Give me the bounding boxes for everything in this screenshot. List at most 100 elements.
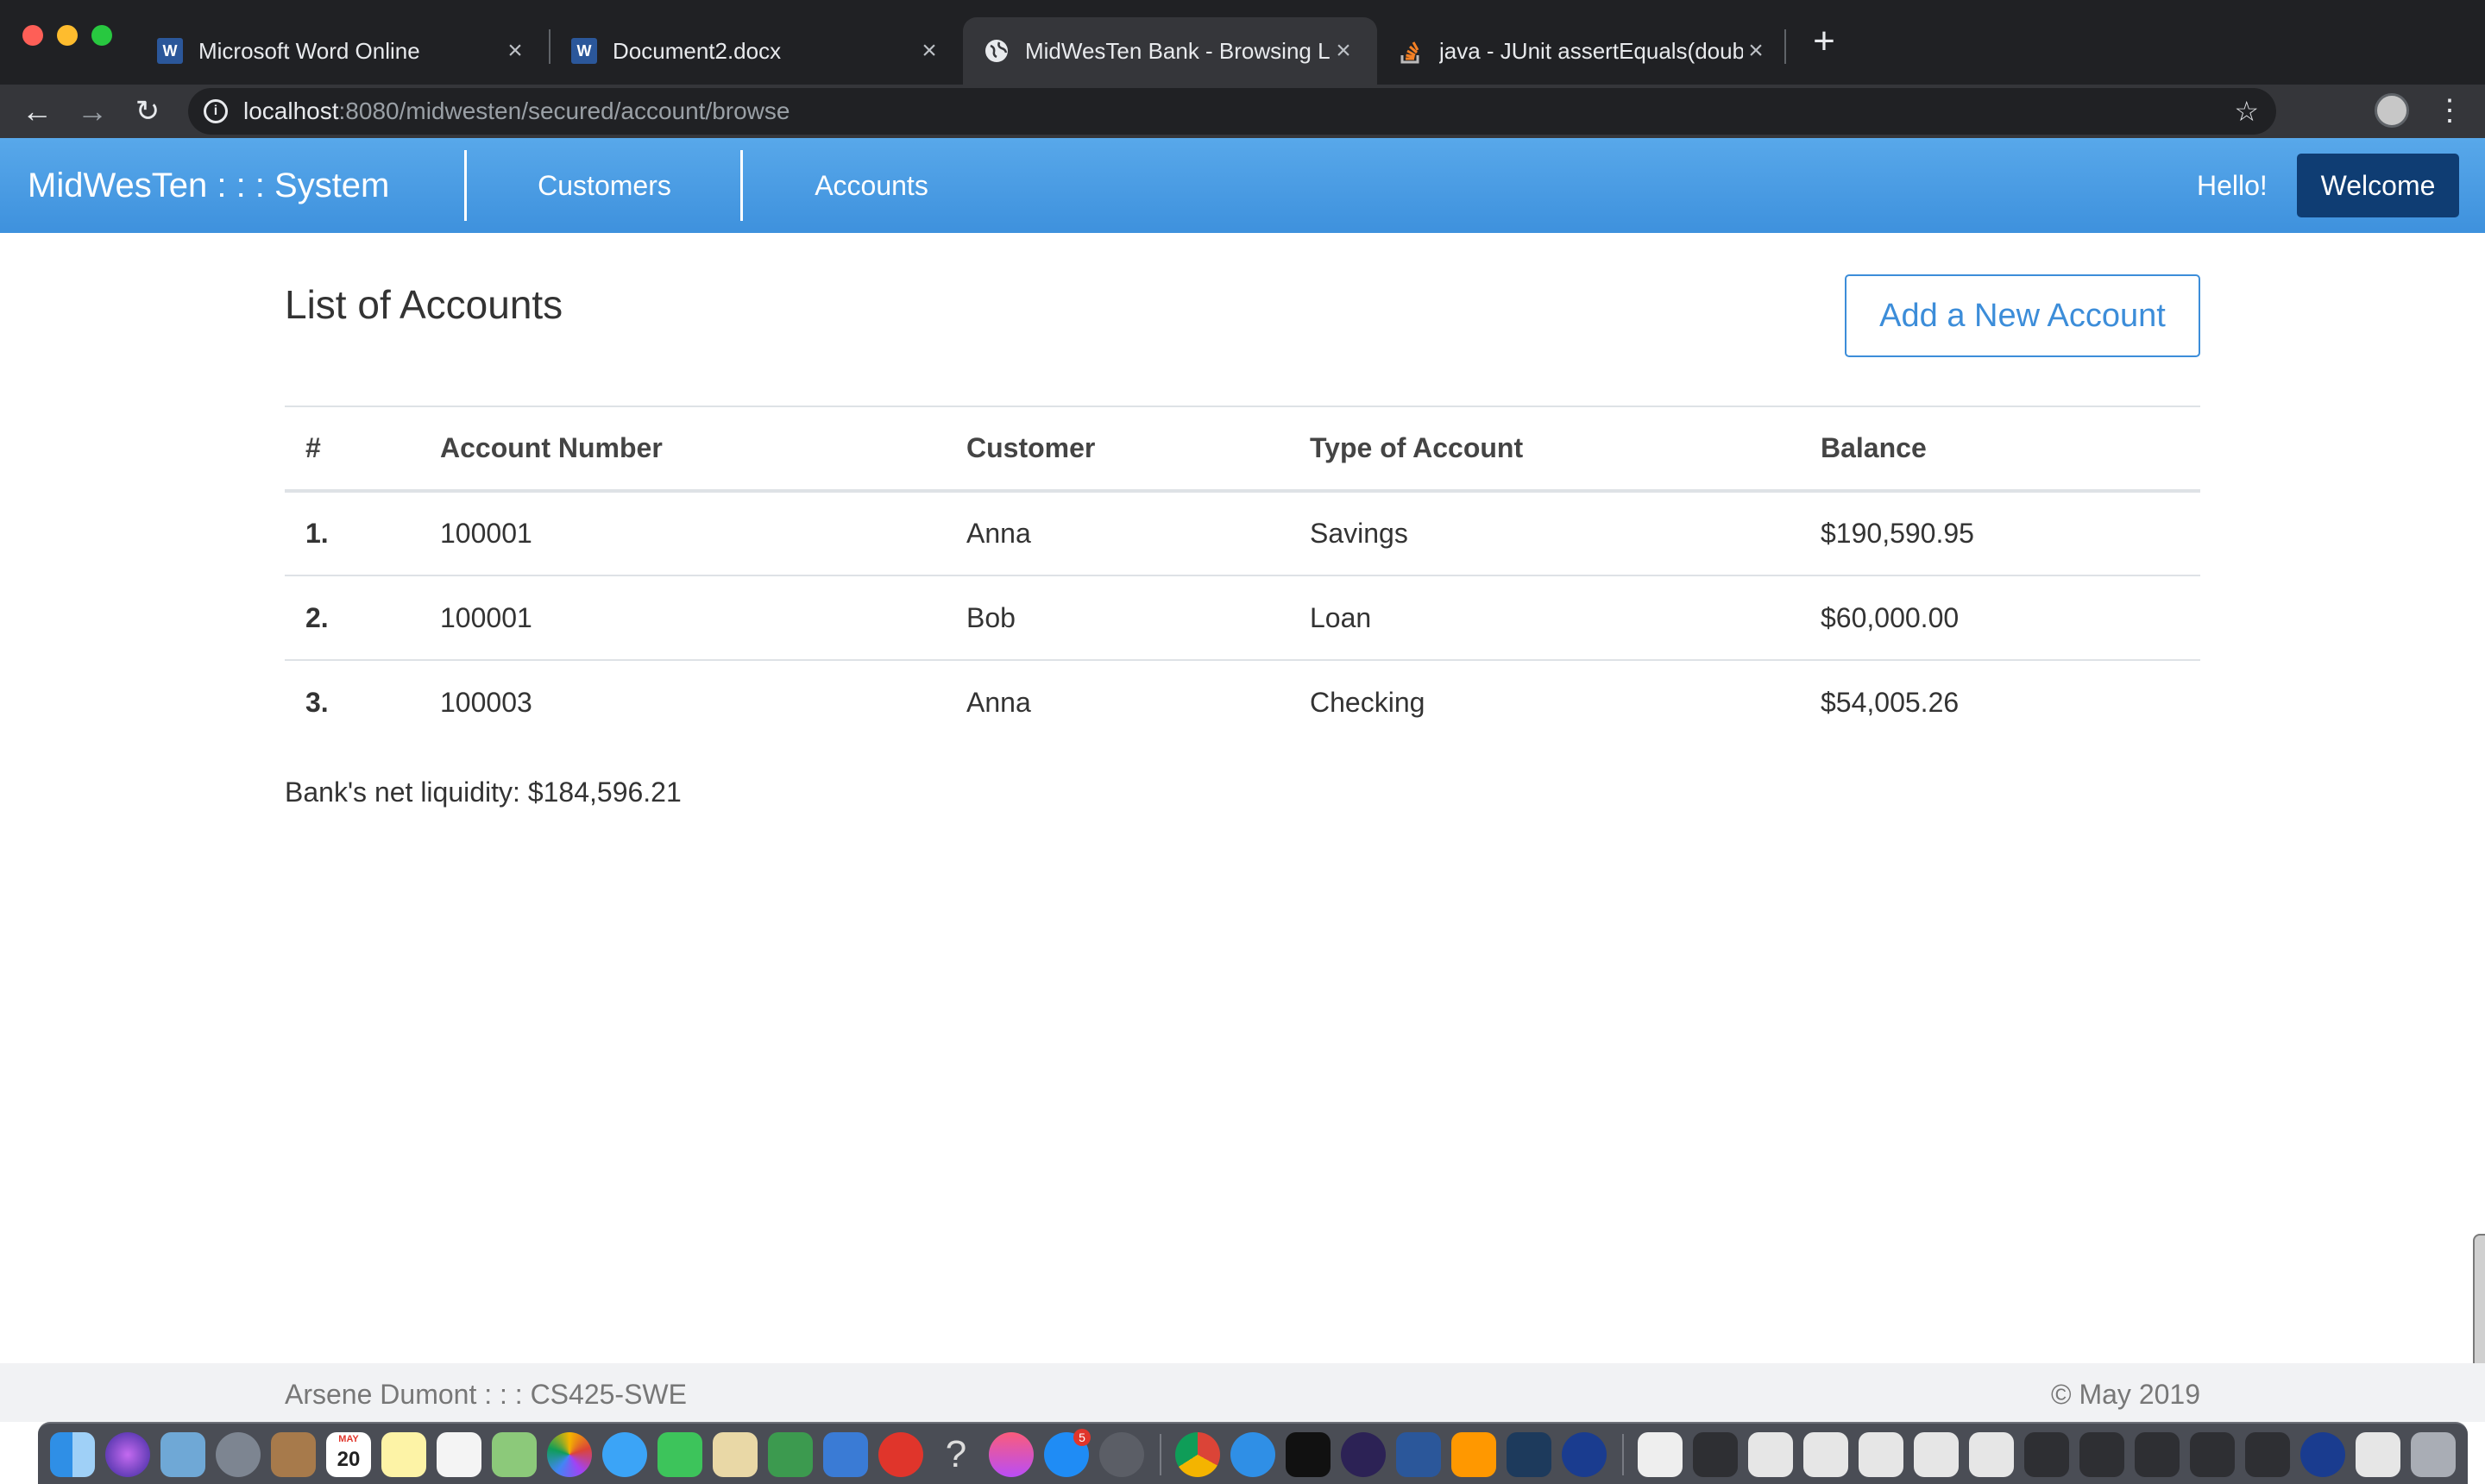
word-app-icon[interactable]: [1396, 1432, 1441, 1477]
nav-link-accounts[interactable]: Accounts: [743, 138, 1000, 233]
column-header: Type of Account: [1289, 406, 1800, 491]
account-number-cell: 100001: [419, 489, 946, 575]
finder-icon[interactable]: [50, 1432, 95, 1477]
tab-close-icon[interactable]: ×: [502, 36, 528, 66]
keynote-icon[interactable]: [823, 1432, 868, 1477]
browser-tab-strip: W Microsoft Word Online × W Document2.do…: [0, 0, 2485, 85]
window-thumbnail-icon[interactable]: [2024, 1432, 2069, 1477]
safari-icon[interactable]: [1230, 1432, 1275, 1477]
contacts-icon[interactable]: [271, 1432, 316, 1477]
back-arrow-icon[interactable]: ←: [19, 93, 55, 129]
tab-title: MidWesTen Bank - Browsing Li: [1025, 37, 1331, 64]
intellij-icon[interactable]: [1286, 1432, 1331, 1477]
account-type-cell: Loan: [1289, 575, 1800, 660]
calendar-icon[interactable]: MAY 20: [326, 1432, 371, 1477]
notes-icon[interactable]: [381, 1432, 426, 1477]
url-host: localhost: [243, 97, 339, 124]
window-thumbnail-icon[interactable]: [1803, 1432, 1848, 1477]
photos-icon[interactable]: [547, 1432, 592, 1477]
dock-separator: [1622, 1434, 1624, 1475]
macos-dock: MAY 20 ? 5: [38, 1422, 2468, 1484]
window-thumbnail-icon[interactable]: [1859, 1432, 1903, 1477]
browser-tab-active[interactable]: MidWesTen Bank - Browsing Li ×: [963, 17, 1377, 85]
maps-icon[interactable]: [492, 1432, 537, 1477]
tab-close-icon[interactable]: ×: [1331, 36, 1356, 66]
minimize-window-button[interactable]: [57, 25, 78, 46]
balance-cell: $54,005.26: [1800, 659, 2200, 745]
account-number-cell: 100003: [419, 659, 946, 745]
tab-title: java - JUnit assertEquals(doub: [1439, 37, 1743, 64]
word-icon: W: [157, 38, 183, 64]
column-header: Account Number: [419, 406, 946, 491]
account-type-cell: Savings: [1289, 489, 1800, 575]
page-footer: Arsene Dumont : : : CS425-SWE © May 2019: [0, 1363, 2485, 1422]
news-icon[interactable]: [878, 1432, 923, 1477]
welcome-button[interactable]: Welcome: [2297, 154, 2459, 217]
window-thumbnail-icon[interactable]: [2356, 1432, 2400, 1477]
close-window-button[interactable]: [22, 25, 43, 46]
column-header: Balance: [1800, 406, 2200, 491]
system-preferences-icon[interactable]: [1099, 1432, 1144, 1477]
customer-cell: Bob: [946, 575, 1289, 660]
itunes-icon[interactable]: [989, 1432, 1034, 1477]
address-bar[interactable]: i localhost:8080/midwesten/secured/accou…: [188, 88, 2276, 135]
tab-close-icon[interactable]: ×: [916, 36, 942, 66]
launchpad-icon[interactable]: [216, 1432, 261, 1477]
window-thumbnail-icon[interactable]: [2245, 1432, 2290, 1477]
browser-tab[interactable]: W Document2.docx ×: [550, 17, 963, 85]
window-thumbnail-icon[interactable]: [2190, 1432, 2235, 1477]
siri-icon[interactable]: [105, 1432, 150, 1477]
net-liquidity: Bank's net liquidity: $184,596.21: [285, 777, 682, 808]
add-account-button[interactable]: Add a New Account: [1845, 274, 2200, 357]
numbers-icon[interactable]: [768, 1432, 813, 1477]
browser-toolbar: ← → ↻ i localhost:8080/midwesten/secured…: [0, 85, 2485, 138]
zoom-window-button[interactable]: [91, 25, 112, 46]
bookmark-star-icon[interactable]: ☆: [2234, 97, 2259, 126]
document-icon[interactable]: [1638, 1432, 1683, 1477]
row-number: 2.: [285, 575, 419, 660]
anaconda-window-icon[interactable]: [2300, 1432, 2345, 1477]
customer-cell: Anna: [946, 659, 1289, 745]
brand-link[interactable]: MidWesTen : : : System: [28, 138, 389, 233]
row-number: 3.: [285, 659, 419, 745]
facetime-icon[interactable]: [657, 1432, 702, 1477]
preview-icon[interactable]: [160, 1432, 205, 1477]
mysql-workbench-icon[interactable]: [1507, 1432, 1551, 1477]
liquidity-value: $184,596.21: [527, 777, 682, 808]
window-thumbnail-icon[interactable]: [1914, 1432, 1959, 1477]
reload-icon[interactable]: ↻: [129, 93, 166, 129]
forward-arrow-icon[interactable]: →: [74, 93, 110, 129]
tab-close-icon[interactable]: ×: [1743, 36, 1769, 66]
window-thumbnail-icon[interactable]: [1748, 1432, 1793, 1477]
nav-link-customers[interactable]: Customers: [467, 138, 742, 233]
pages-icon[interactable]: [713, 1432, 758, 1477]
tab-separator: [1784, 29, 1786, 64]
word-icon: W: [571, 38, 597, 64]
info-icon[interactable]: i: [204, 99, 228, 123]
help-icon[interactable]: ?: [934, 1432, 978, 1477]
anaconda-icon[interactable]: [1562, 1432, 1607, 1477]
tab-title: Document2.docx: [613, 37, 782, 64]
window-thumbnail-icon[interactable]: [2135, 1432, 2180, 1477]
table-header-row: # Account Number Customer Type of Accoun…: [285, 406, 2200, 491]
column-header: Customer: [946, 406, 1289, 491]
reminders-icon[interactable]: [437, 1432, 481, 1477]
menu-dots-icon[interactable]: ⋮: [2435, 91, 2464, 129]
calendar-month: MAY: [338, 1434, 359, 1444]
trash-icon[interactable]: [2411, 1432, 2456, 1477]
window-thumbnail-icon[interactable]: [1969, 1432, 2014, 1477]
messages-icon[interactable]: [602, 1432, 647, 1477]
new-tab-button[interactable]: +: [1805, 22, 1843, 60]
window-thumbnail-icon[interactable]: [1693, 1432, 1738, 1477]
table-row: 1. 100001 Anna Savings $190,590.95: [285, 489, 2200, 575]
eclipse-icon[interactable]: [1341, 1432, 1386, 1477]
profile-avatar[interactable]: [2375, 93, 2409, 128]
window-thumbnail-icon[interactable]: [2079, 1432, 2124, 1477]
chrome-icon[interactable]: [1175, 1432, 1220, 1477]
browser-tab[interactable]: W Microsoft Word Online ×: [136, 17, 549, 85]
balance-cell: $190,590.95: [1800, 489, 2200, 575]
table-row: 3. 100003 Anna Checking $54,005.26: [285, 659, 2200, 745]
app-store-icon[interactable]: 5: [1044, 1429, 1091, 1477]
sublime-text-icon[interactable]: [1451, 1432, 1496, 1477]
browser-tab[interactable]: java - JUnit assertEquals(doub ×: [1377, 17, 1790, 85]
